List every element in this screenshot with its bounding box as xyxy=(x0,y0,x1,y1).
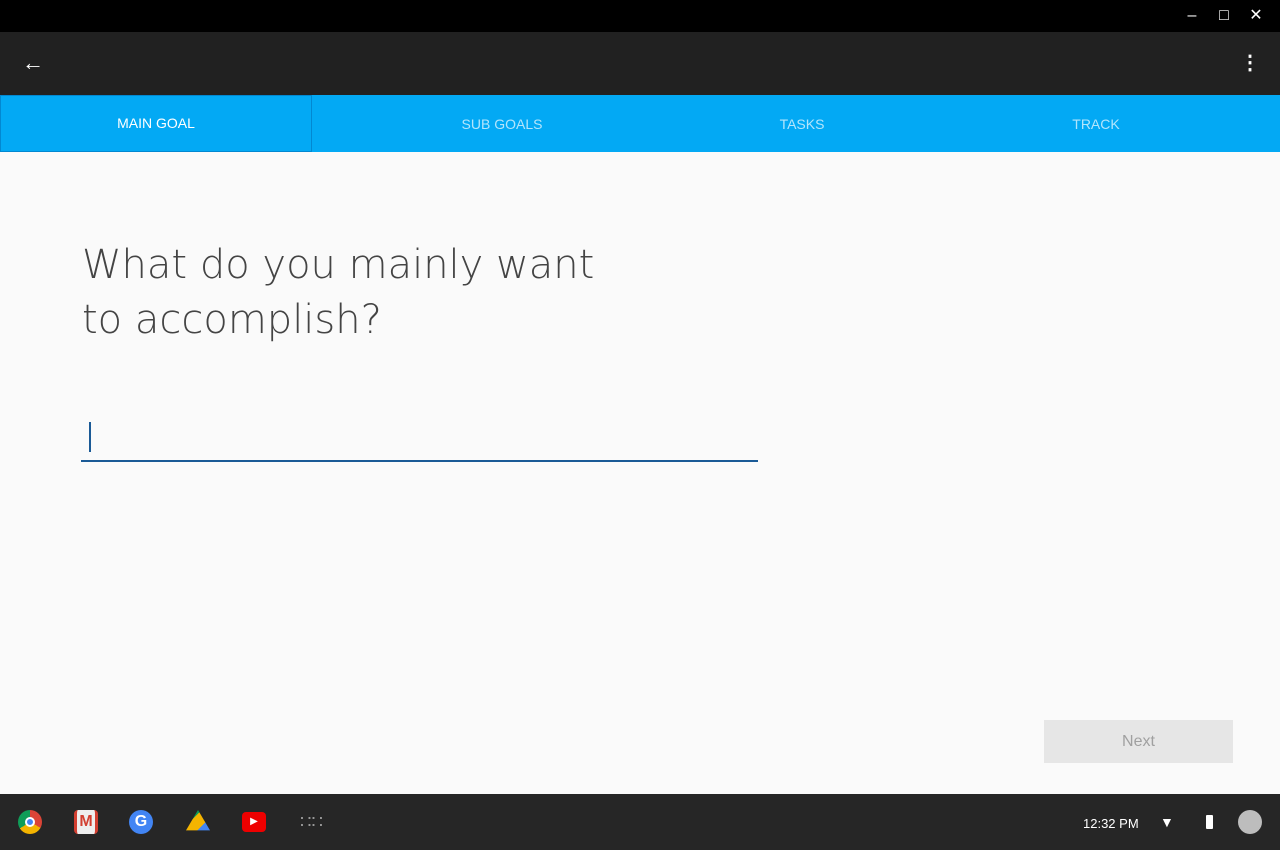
battery-icon[interactable] xyxy=(1206,815,1213,829)
clock[interactable]: 12:32 PM xyxy=(1083,816,1139,831)
app-bar: ← ⋮ xyxy=(0,32,1280,95)
tab-main-goal[interactable]: MAIN GOAL xyxy=(0,95,312,152)
wifi-icon[interactable]: ▼ xyxy=(1160,814,1174,830)
avatar[interactable] xyxy=(1238,810,1262,834)
tab-sub-goals[interactable]: SUB GOALS xyxy=(312,95,692,152)
text-caret xyxy=(89,422,91,452)
more-vert-icon[interactable]: ⋮ xyxy=(1240,50,1260,75)
tab-bar: MAIN GOAL SUB GOALS TASKS TRACK xyxy=(0,95,1280,152)
launcher-icon[interactable]: ∷∷ xyxy=(300,810,324,834)
goal-input[interactable] xyxy=(81,418,758,462)
back-arrow-icon[interactable]: ← xyxy=(22,50,44,76)
question-heading: What do you mainly want to accomplish? xyxy=(82,242,595,343)
drive-icon[interactable] xyxy=(186,810,210,831)
google-icon[interactable]: G xyxy=(129,810,153,834)
youtube-icon[interactable]: ▶ xyxy=(242,812,266,832)
close-icon[interactable]: ✕ xyxy=(1246,6,1266,26)
shelf: M G ▶ ∷∷ 12:32 PM ▼ xyxy=(0,794,1280,850)
tab-tasks[interactable]: TASKS xyxy=(692,95,912,152)
next-button[interactable]: Next xyxy=(1044,720,1233,763)
gmail-icon[interactable]: M xyxy=(74,810,98,834)
tab-track[interactable]: TRACK xyxy=(912,95,1280,152)
chrome-icon[interactable] xyxy=(18,810,42,834)
maximize-icon[interactable]: □ xyxy=(1214,6,1234,26)
minimize-icon[interactable]: – xyxy=(1182,6,1202,26)
window-titlebar: – □ ✕ xyxy=(0,0,1280,32)
